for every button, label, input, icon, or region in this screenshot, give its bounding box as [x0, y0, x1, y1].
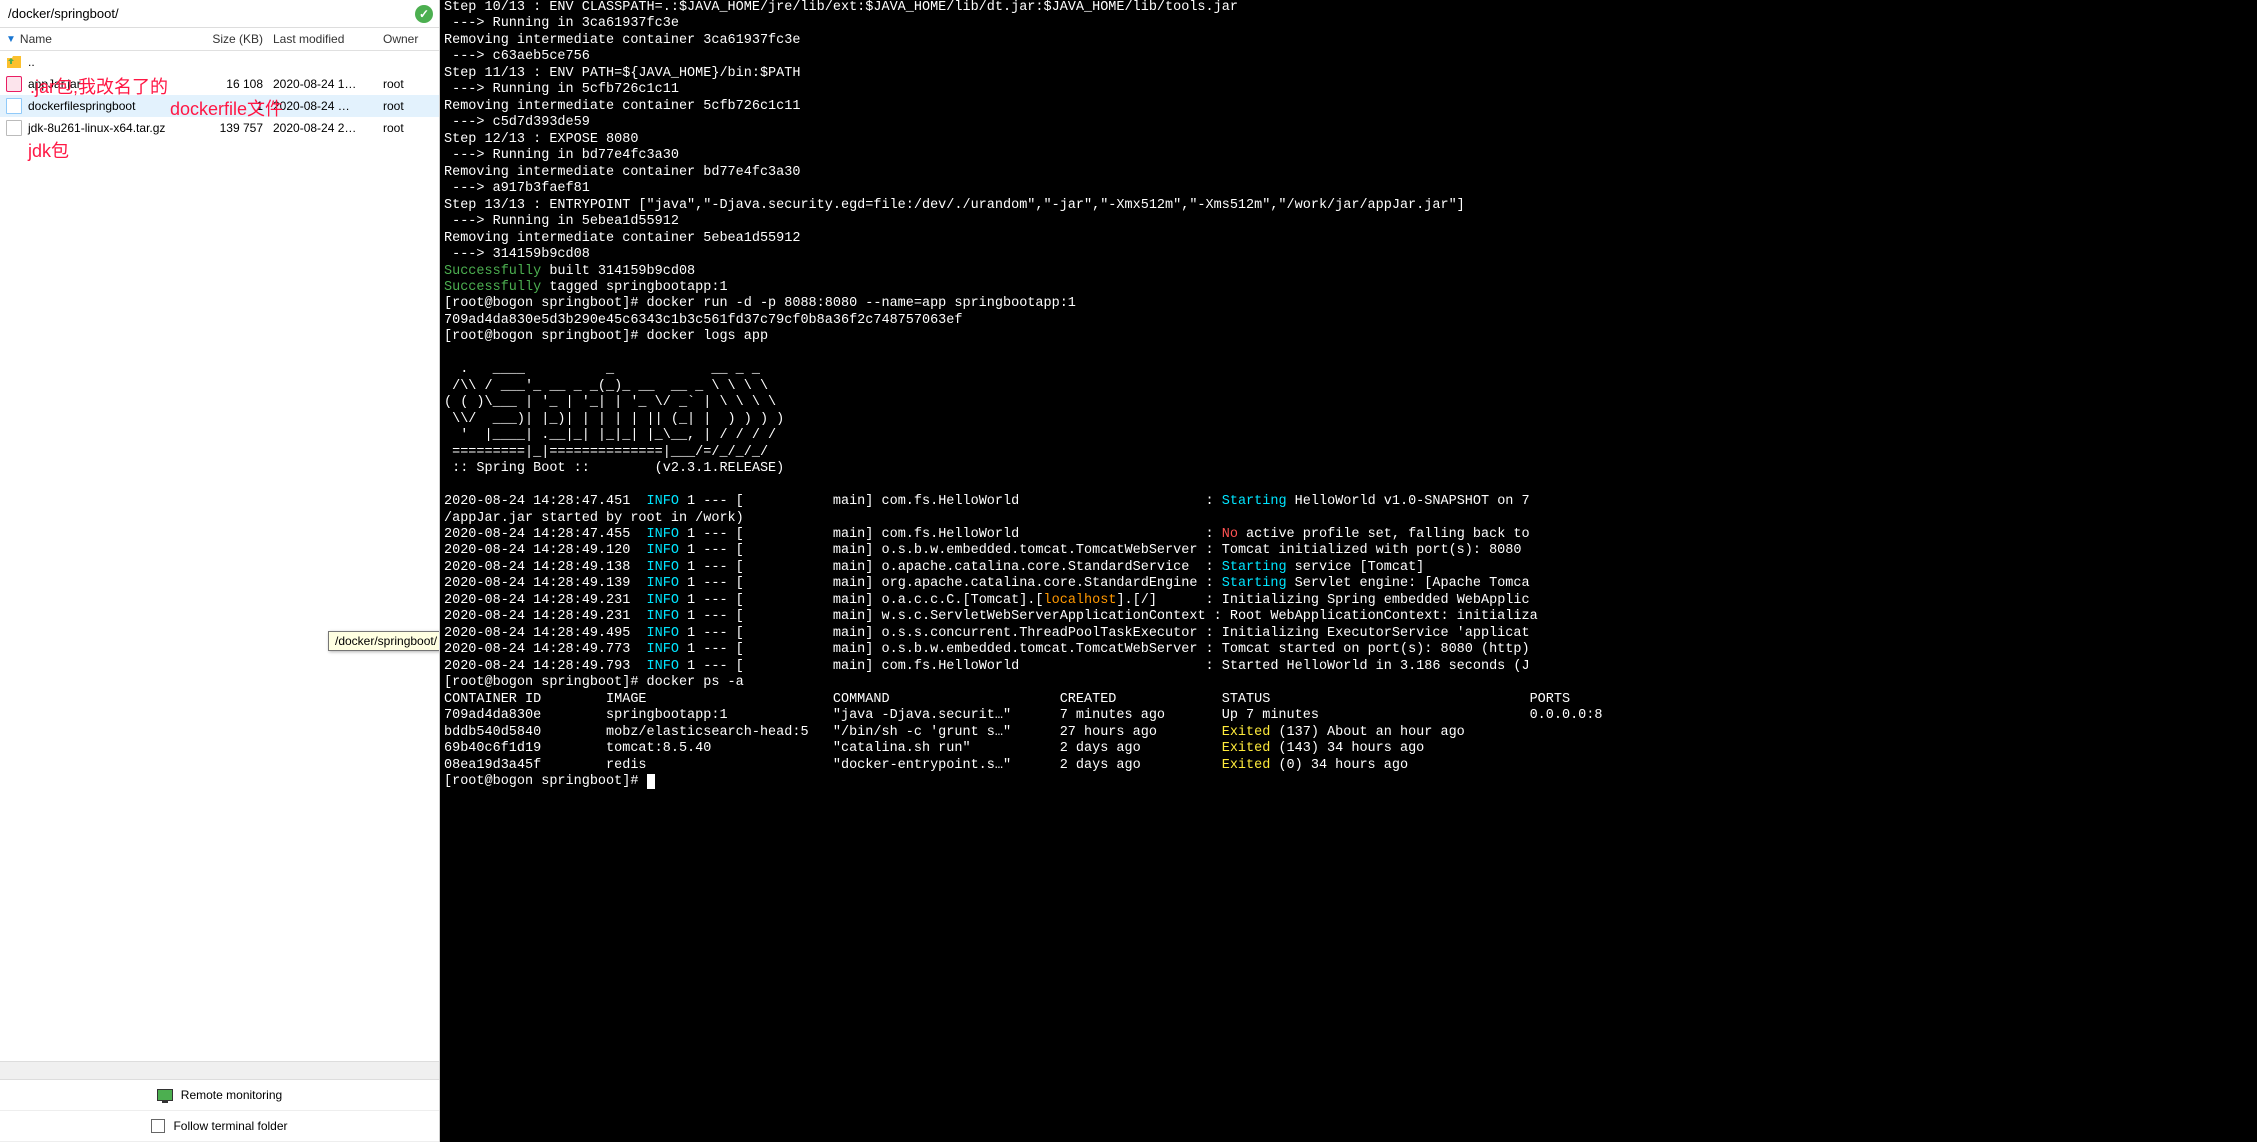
- col-header-owner[interactable]: Owner: [383, 32, 433, 46]
- file-list: .. appJar.jar 16 108 2020-08-24 1… root …: [0, 51, 439, 1061]
- file-row[interactable]: appJar.jar 16 108 2020-08-24 1… root: [0, 73, 439, 95]
- file-list-header: ▼ Name Size (KB) Last modified Owner: [0, 28, 439, 51]
- file-size: 1: [203, 99, 273, 113]
- follow-terminal-toggle[interactable]: Follow terminal folder: [0, 1111, 439, 1142]
- file-row[interactable]: dockerfilespringboot 1 2020-08-24 … root: [0, 95, 439, 117]
- file-modified: 2020-08-24 2…: [273, 121, 383, 135]
- col-header-size[interactable]: Size (KB): [203, 32, 273, 46]
- file-owner: root: [383, 121, 433, 135]
- file-name: appJar.jar: [28, 77, 203, 91]
- col-header-modified[interactable]: Last modified: [273, 32, 383, 46]
- file-name: dockerfilespringboot: [28, 99, 203, 113]
- annotation-jdk: jdk包: [28, 137, 69, 163]
- file-row[interactable]: jdk-8u261-linux-x64.tar.gz 139 757 2020-…: [0, 117, 439, 139]
- file-browser-panel: ✓ ▼ Name Size (KB) Last modified Owner .…: [0, 0, 440, 1142]
- file-modified: 2020-08-24 1…: [273, 77, 383, 91]
- follow-terminal-label: Follow terminal folder: [173, 1119, 287, 1133]
- horizontal-scrollbar[interactable]: [0, 1061, 439, 1079]
- check-icon: ✓: [415, 5, 433, 23]
- file-modified: 2020-08-24 …: [273, 99, 383, 113]
- jar-icon: [6, 76, 22, 92]
- terminal-output[interactable]: Step 10/13 : ENV CLASSPATH=.:$JAVA_HOME/…: [440, 0, 2257, 1142]
- file-icon: [6, 98, 22, 114]
- archive-icon: [6, 120, 22, 136]
- path-tooltip: /docker/springboot/: [328, 631, 439, 651]
- monitor-icon: [157, 1089, 173, 1101]
- remote-monitoring-button[interactable]: Remote monitoring: [0, 1080, 439, 1111]
- file-name: jdk-8u261-linux-x64.tar.gz: [28, 121, 203, 135]
- file-owner: root: [383, 99, 433, 113]
- remote-monitoring-label: Remote monitoring: [181, 1088, 282, 1102]
- folder-up-icon: [6, 54, 22, 70]
- sort-arrow-icon[interactable]: ▼: [6, 34, 16, 45]
- file-owner: root: [383, 77, 433, 91]
- parent-dir-row[interactable]: ..: [0, 51, 439, 73]
- col-header-name[interactable]: Name: [20, 32, 52, 46]
- file-size: 139 757: [203, 121, 273, 135]
- file-size: 16 108: [203, 77, 273, 91]
- checkbox-icon: [151, 1119, 165, 1133]
- bottom-toolbar: Remote monitoring Follow terminal folder: [0, 1079, 439, 1142]
- path-input[interactable]: [6, 4, 415, 23]
- path-bar: ✓: [0, 0, 439, 28]
